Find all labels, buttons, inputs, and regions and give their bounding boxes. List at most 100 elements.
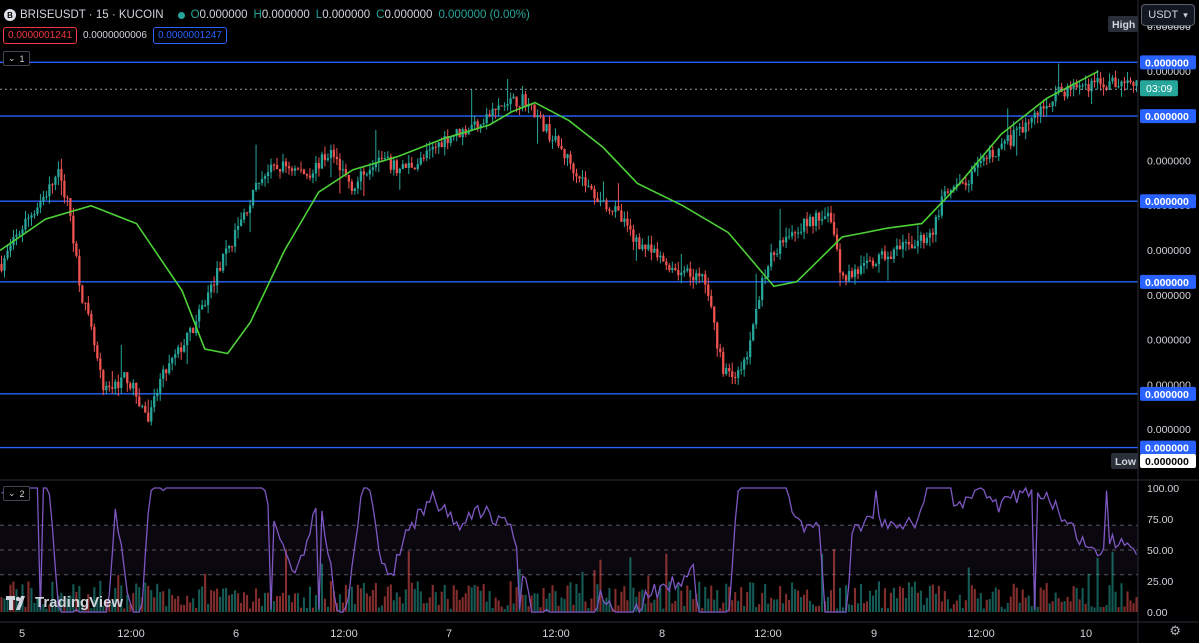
volume-bar bbox=[165, 606, 168, 612]
candle bbox=[871, 257, 875, 269]
candle bbox=[1126, 71, 1129, 90]
volume-bar bbox=[985, 599, 988, 612]
candle-body bbox=[413, 167, 416, 170]
volume-bar bbox=[569, 582, 572, 612]
volume-bar bbox=[419, 591, 422, 612]
candle bbox=[192, 327, 195, 334]
candle bbox=[575, 168, 578, 184]
volume-bar bbox=[671, 603, 674, 612]
candle bbox=[111, 371, 114, 394]
volume-bar bbox=[350, 586, 353, 612]
candle bbox=[1114, 70, 1117, 88]
volume-bar bbox=[704, 586, 707, 612]
candle bbox=[557, 134, 560, 149]
candle bbox=[383, 151, 386, 160]
candle bbox=[108, 381, 111, 392]
candle-body bbox=[1108, 81, 1111, 90]
sell-price-button[interactable]: 0.0000001241 bbox=[3, 27, 77, 44]
time-axis-label: 12:00 bbox=[754, 628, 782, 640]
candle-body bbox=[901, 242, 905, 250]
volume-bar bbox=[1132, 603, 1135, 612]
candle bbox=[323, 146, 327, 167]
candle-body bbox=[728, 368, 731, 372]
candle-body bbox=[662, 255, 665, 262]
volume-bar bbox=[311, 607, 314, 612]
volume-bar bbox=[464, 593, 467, 612]
candle bbox=[740, 361, 743, 375]
price-pane[interactable] bbox=[0, 61, 1138, 449]
candle-body bbox=[198, 309, 201, 322]
volume-bar bbox=[1111, 551, 1114, 612]
volume-bar bbox=[479, 590, 482, 612]
pane-2-collapse-button[interactable]: ⌄ 2 bbox=[3, 486, 30, 501]
volume-bar bbox=[952, 604, 955, 612]
candle-body bbox=[386, 156, 389, 158]
candle-body bbox=[1132, 82, 1135, 86]
candle bbox=[48, 176, 51, 204]
candle-body bbox=[919, 235, 923, 241]
volume-bar bbox=[958, 594, 961, 612]
candle-body bbox=[87, 302, 90, 314]
volume-bar bbox=[644, 603, 647, 612]
candle-body bbox=[269, 164, 273, 173]
candle bbox=[725, 363, 728, 376]
candle bbox=[123, 371, 126, 379]
candle-body bbox=[314, 163, 318, 174]
volume-bar bbox=[461, 597, 464, 612]
candle-body bbox=[922, 235, 926, 244]
candle bbox=[650, 235, 653, 261]
level-price-tag: 0.000000 bbox=[1145, 57, 1189, 69]
volume-bar bbox=[898, 586, 901, 612]
volume-bar bbox=[515, 587, 518, 612]
volume-bar bbox=[767, 603, 770, 612]
volume-bar bbox=[1060, 601, 1063, 612]
price-axis-label: 0.000000 bbox=[1147, 245, 1191, 257]
candle-body bbox=[668, 265, 671, 271]
volume-bar bbox=[401, 603, 404, 612]
candle-body bbox=[572, 163, 575, 174]
trading-chart[interactable]: 0.0000000.0000000.0000000.0000000.000000… bbox=[0, 0, 1199, 643]
volume-bar bbox=[257, 598, 261, 612]
volume-bar bbox=[180, 604, 183, 612]
volume-bar bbox=[503, 608, 506, 612]
candle-body bbox=[260, 178, 264, 183]
candle bbox=[350, 178, 354, 195]
candle bbox=[665, 258, 668, 271]
rsi-pane[interactable] bbox=[0, 486, 1138, 614]
candle bbox=[218, 261, 222, 272]
pane-1-collapse-button[interactable]: ⌄ 1 bbox=[3, 51, 30, 66]
order-prices: 0.0000001241 0.0000000006 0.0000001247 bbox=[3, 27, 227, 44]
moving-average-line bbox=[0, 70, 1099, 355]
candle bbox=[1018, 122, 1021, 136]
volume-bar bbox=[356, 584, 359, 612]
candle bbox=[820, 210, 824, 225]
volume-bar bbox=[943, 591, 946, 612]
candle-body bbox=[740, 369, 743, 371]
candle bbox=[24, 210, 27, 232]
volume-bar bbox=[386, 586, 389, 612]
volume-bar bbox=[1000, 606, 1003, 612]
candle bbox=[554, 128, 557, 143]
candle bbox=[701, 273, 704, 283]
candle-body bbox=[1087, 84, 1090, 92]
candle-body bbox=[653, 248, 656, 253]
candle bbox=[976, 156, 979, 177]
candle bbox=[596, 192, 599, 203]
currency-select[interactable]: USDT ▾ bbox=[1141, 4, 1195, 26]
candle-body bbox=[281, 161, 285, 172]
candle-body bbox=[33, 213, 36, 216]
candle bbox=[1066, 83, 1069, 99]
candle-body bbox=[102, 370, 105, 391]
candle-body bbox=[916, 240, 920, 247]
candle-body bbox=[174, 354, 177, 358]
candle bbox=[141, 404, 144, 409]
gear-icon[interactable]: ⚙ bbox=[1169, 623, 1181, 639]
candle bbox=[437, 142, 440, 154]
buy-price-button[interactable]: 0.0000001247 bbox=[152, 27, 227, 44]
volume-bar bbox=[135, 583, 138, 612]
candle bbox=[126, 372, 129, 392]
candle-body bbox=[410, 162, 413, 168]
candle bbox=[497, 97, 500, 117]
symbol-title[interactable]: BRISEUSDT · 15 · KUCOIN bbox=[20, 9, 164, 21]
volume-bar bbox=[488, 591, 491, 612]
